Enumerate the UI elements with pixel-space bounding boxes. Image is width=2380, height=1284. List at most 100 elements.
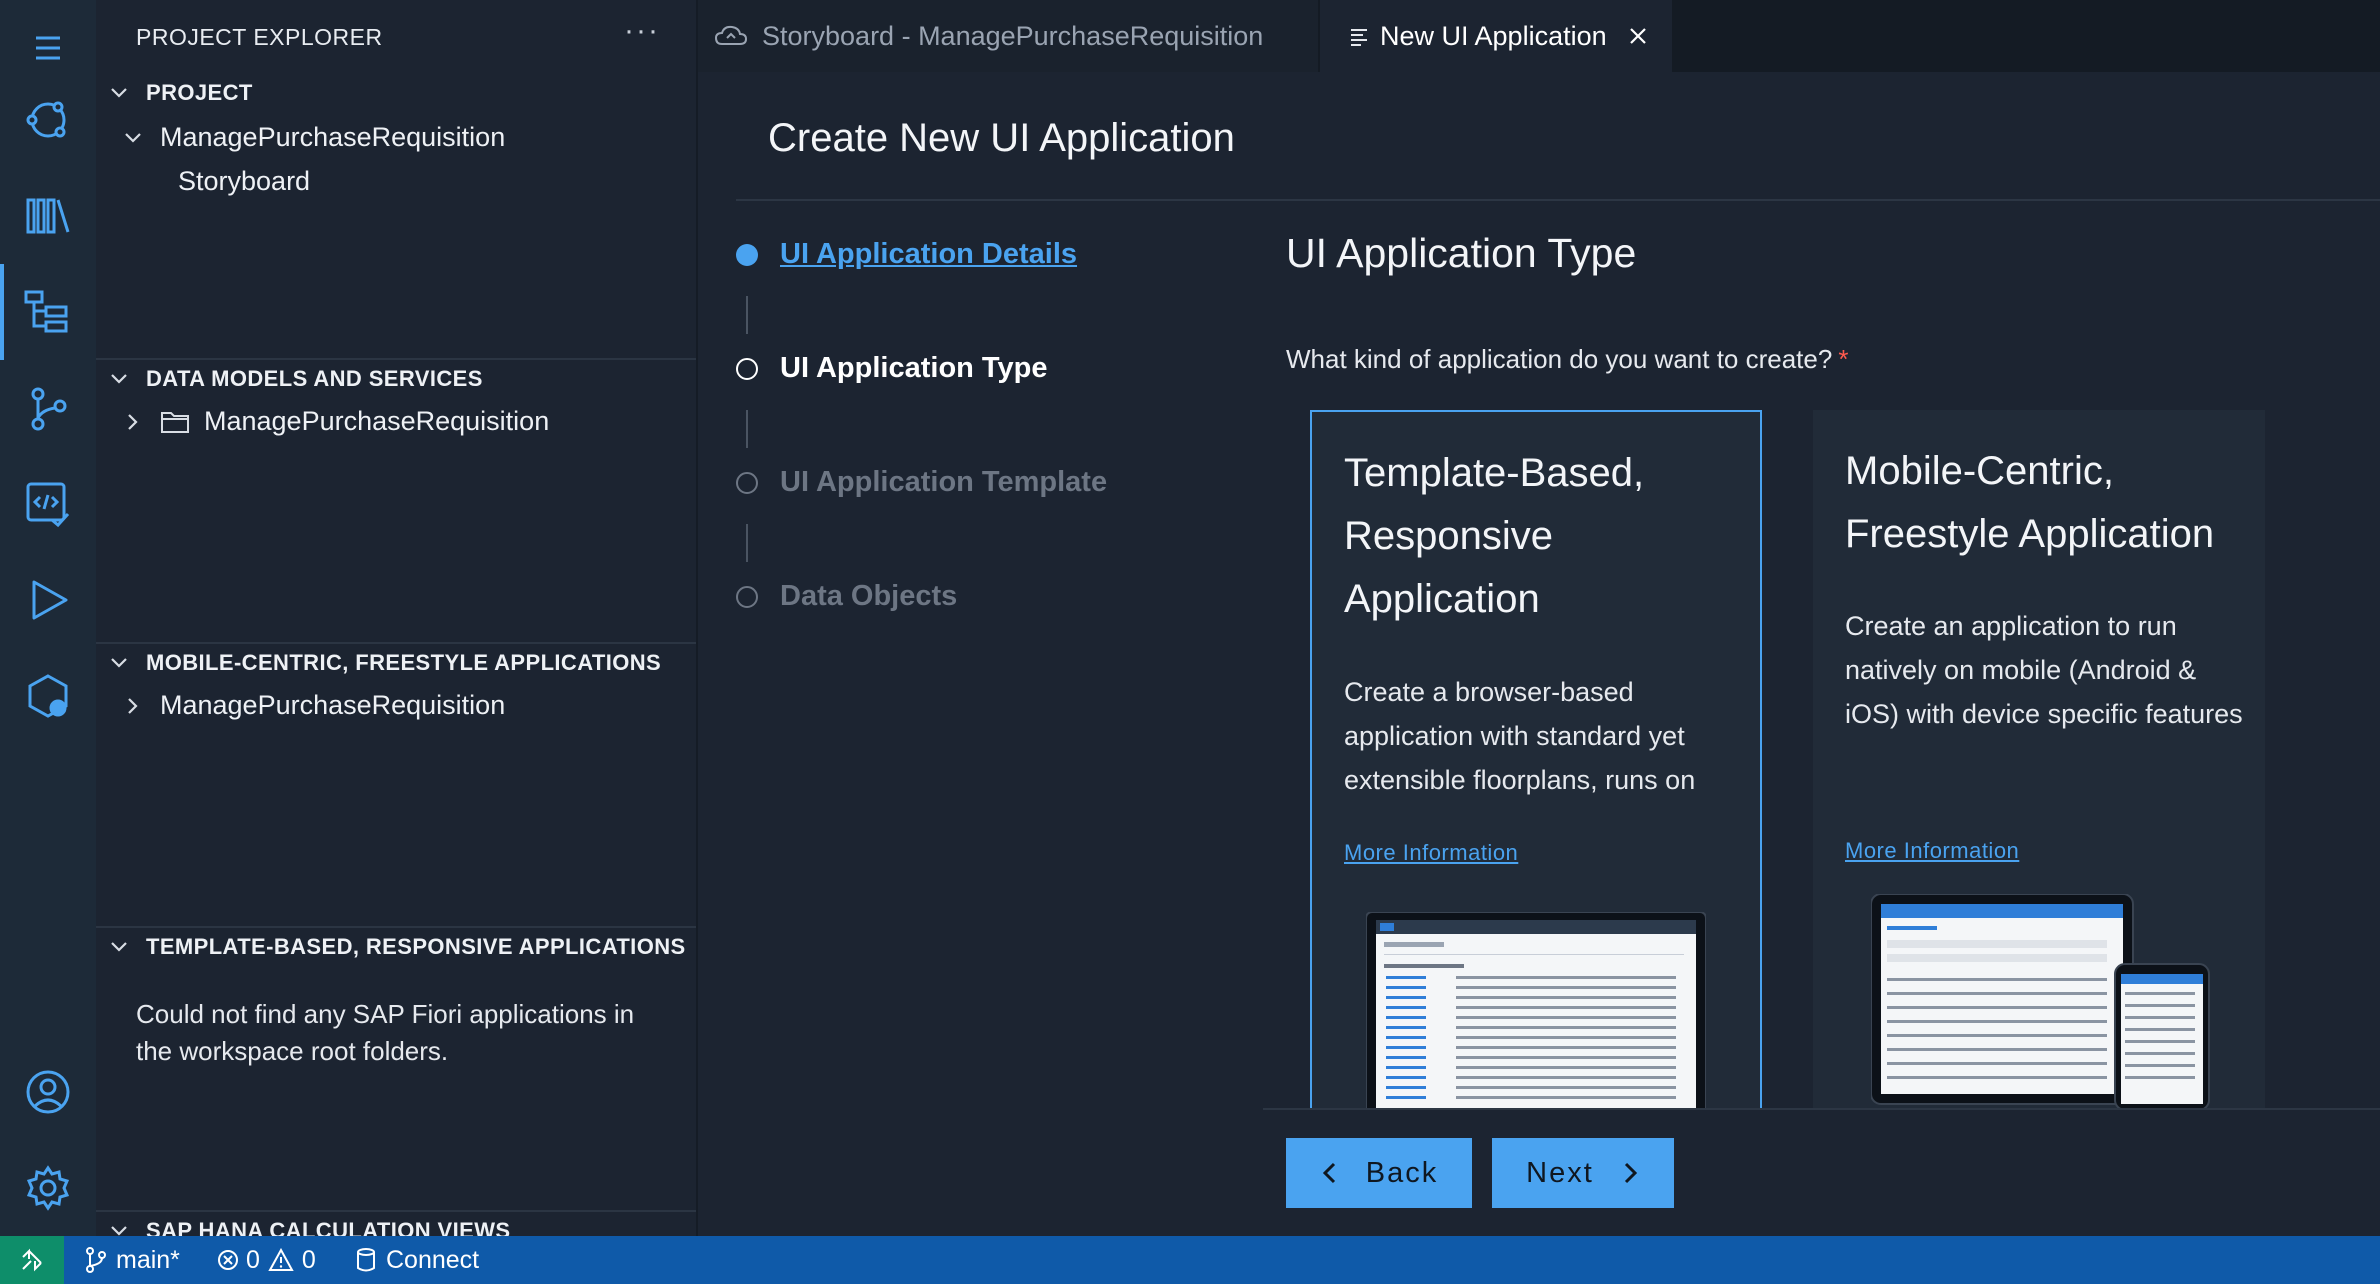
- next-button[interactable]: Next: [1492, 1138, 1674, 1208]
- card-description: Create an application to run natively on…: [1845, 611, 2243, 729]
- step-connector: [746, 524, 748, 562]
- mobile-preview-illustration: [1871, 894, 2210, 1110]
- card-title: Template-Based, Responsive Application: [1344, 451, 1645, 621]
- question-label: What kind of application do you want to …: [1286, 344, 1848, 375]
- chevron-right-icon: [128, 697, 138, 714]
- section-divider: [96, 926, 696, 928]
- activity-bar: [0, 0, 96, 1236]
- editor-tab-bar: Storyboard - ManagePurchaseRequisition N…: [698, 0, 2380, 72]
- cloud-icon: [714, 25, 748, 45]
- back-label: Back: [1365, 1156, 1439, 1189]
- chevron-down-icon: [111, 88, 127, 98]
- code-review-icon[interactable]: [0, 456, 96, 552]
- remote-icon: [22, 1248, 42, 1272]
- warning-icon: [268, 1248, 294, 1271]
- chevron-down-icon: [111, 658, 127, 668]
- problems-indicator[interactable]: 0 0: [216, 1236, 316, 1284]
- section-title: MOBILE-CENTRIC, FREESTYLE APPLICATIONS: [146, 650, 662, 675]
- more-information-link[interactable]: More Information: [1845, 838, 2019, 864]
- tree-item-label: Storyboard: [178, 166, 311, 196]
- git-branch-icon: [86, 1247, 106, 1273]
- section-divider: [96, 642, 696, 644]
- more-actions-icon[interactable]: ···: [624, 14, 660, 48]
- chevron-down-icon: [125, 132, 141, 143]
- chevron-left-icon: [1322, 1162, 1335, 1184]
- card-template-based[interactable]: Template-Based, Responsive Application C…: [1310, 410, 1762, 1110]
- next-label: Next: [1526, 1156, 1594, 1189]
- step-label: UI Application Template: [780, 466, 1108, 498]
- settings-gear-icon[interactable]: [0, 1140, 96, 1236]
- step-label: UI Application Details: [780, 238, 1078, 270]
- step-completed-dot: [736, 243, 758, 266]
- section-hana-header[interactable]: SAP HANA CALCULATION VIEWS: [106, 1218, 510, 1236]
- step-connector: [746, 296, 748, 334]
- section-divider: [96, 358, 696, 360]
- tree-item-storyboard[interactable]: Storyboard: [178, 166, 310, 197]
- section-data-models-header[interactable]: DATA MODELS AND SERVICES: [106, 366, 483, 392]
- section-mobile-header[interactable]: MOBILE-CENTRIC, FREESTYLE APPLICATIONS: [106, 650, 661, 676]
- step-data-objects: Data Objects: [736, 580, 957, 613]
- back-button[interactable]: Back: [1286, 1138, 1472, 1208]
- error-count: 0: [246, 1245, 260, 1274]
- card-description: Create a browser-based application with …: [1344, 677, 1696, 795]
- section-divider: [96, 1210, 696, 1212]
- database-icon: [357, 1248, 375, 1272]
- tree-item-data-model[interactable]: ManagePurchaseRequisition: [120, 406, 549, 437]
- tab-label: Storyboard - ManagePurchaseRequisition: [762, 20, 1264, 51]
- more-information-link[interactable]: More Information: [1344, 840, 1518, 866]
- tab-storyboard[interactable]: Storyboard - ManagePurchaseRequisition: [698, 0, 1318, 72]
- step-label: UI Application Type: [780, 352, 1048, 384]
- step-current-dot: [736, 357, 758, 380]
- account-icon[interactable]: [0, 1044, 96, 1140]
- step-ui-application-details[interactable]: UI Application Details: [736, 238, 1077, 271]
- remote-indicator[interactable]: [0, 1236, 64, 1284]
- project-explorer-icon[interactable]: [0, 264, 96, 360]
- tree-item-label: ManagePurchaseRequisition: [160, 690, 506, 720]
- step-connector: [746, 410, 748, 448]
- section-title: SAP HANA CALCULATION VIEWS: [146, 1218, 511, 1236]
- tab-new-ui-application[interactable]: New UI Application: [1320, 0, 1672, 72]
- wizard-editor: Create New UI Application UI Application…: [698, 72, 2380, 1236]
- section-title: UI Application Type: [1286, 230, 1637, 276]
- step-ui-application-template: UI Application Template: [736, 466, 1107, 499]
- section-title: TEMPLATE-BASED, RESPONSIVE APPLICATIONS: [146, 934, 686, 959]
- error-icon: [218, 1250, 238, 1270]
- desktop-preview-illustration: [1366, 912, 1706, 1108]
- warning-count: 0: [301, 1245, 316, 1274]
- card-mobile-centric[interactable]: Mobile-Centric, Freestyle Application Cr…: [1813, 410, 2265, 1110]
- tree-item-mobile-app[interactable]: ManagePurchaseRequisition: [120, 690, 505, 721]
- source-control-icon[interactable]: [0, 360, 96, 456]
- question-text: What kind of application do you want to …: [1286, 344, 1833, 374]
- tree-item-label: ManagePurchaseRequisition: [160, 122, 506, 152]
- page-title: Create New UI Application: [768, 116, 1235, 160]
- project-explorer-sidebar: PROJECT EXPLORER ··· PROJECT ManagePurch…: [96, 0, 698, 1236]
- connect-indicator[interactable]: Connect: [356, 1236, 479, 1284]
- empty-message: Could not find any SAP Fiori application…: [136, 999, 635, 1066]
- tree-item-project-root[interactable]: ManagePurchaseRequisition: [120, 122, 505, 153]
- section-template-header[interactable]: TEMPLATE-BASED, RESPONSIVE APPLICATIONS: [106, 934, 686, 960]
- chevron-right-icon: [1624, 1162, 1637, 1184]
- chevron-right-icon: [128, 413, 138, 430]
- list-icon: [1351, 29, 1367, 46]
- status-bar: main* 0 0 Connect: [0, 1236, 2380, 1284]
- required-marker: *: [1838, 344, 1849, 374]
- section-title: PROJECT: [146, 80, 253, 105]
- branch-indicator[interactable]: main*: [84, 1236, 180, 1284]
- cloud-explorer-icon[interactable]: [0, 72, 96, 168]
- close-icon[interactable]: [1627, 25, 1649, 47]
- chevron-down-icon: [111, 374, 127, 384]
- title-divider: [736, 199, 2380, 201]
- section-title: DATA MODELS AND SERVICES: [146, 366, 483, 391]
- section-project-header[interactable]: PROJECT: [106, 80, 253, 106]
- card-title: Mobile-Centric, Freestyle Application: [1845, 449, 2215, 556]
- step-pending-dot: [736, 585, 758, 608]
- tree-item-label: ManagePurchaseRequisition: [204, 406, 550, 436]
- tab-label: New UI Application: [1380, 20, 1607, 51]
- run-icon[interactable]: [0, 552, 96, 648]
- library-icon[interactable]: [0, 168, 96, 264]
- step-ui-application-type: UI Application Type: [736, 352, 1047, 385]
- sidebar-title: PROJECT EXPLORER: [136, 24, 383, 50]
- folder-icon: [161, 411, 189, 433]
- deploy-icon[interactable]: [0, 648, 96, 744]
- chevron-down-icon: [111, 1226, 127, 1236]
